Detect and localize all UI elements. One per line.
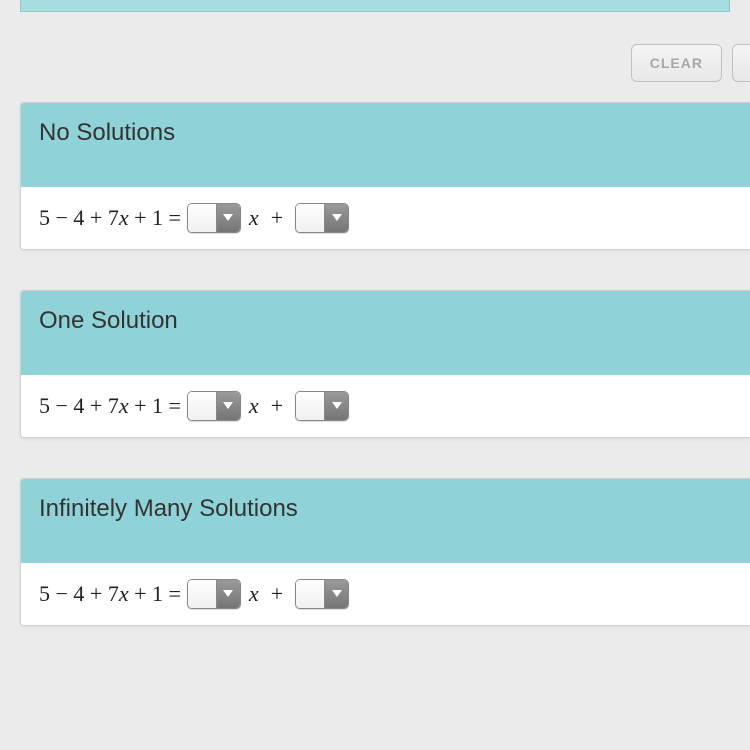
equation-left: 5 − 4 + 7x + 1 = bbox=[39, 581, 181, 607]
plus-sign: + bbox=[271, 205, 283, 231]
coefficient-dropdown[interactable] bbox=[187, 391, 241, 421]
chevron-down-icon bbox=[216, 204, 240, 232]
dropdown-value bbox=[188, 580, 216, 608]
section-body: 5 − 4 + 7x + 1 = x + bbox=[21, 563, 750, 625]
section-body: 5 − 4 + 7x + 1 = x + bbox=[21, 187, 750, 249]
top-accent-bar bbox=[20, 0, 730, 12]
clear-button[interactable]: CLEAR bbox=[631, 44, 722, 82]
button-row: CLEAR bbox=[0, 12, 750, 102]
dropdown-value bbox=[188, 392, 216, 420]
chevron-down-icon bbox=[216, 580, 240, 608]
section-no-solutions: No Solutions 5 − 4 + 7x + 1 = x + bbox=[20, 102, 750, 250]
dropdown-value bbox=[296, 392, 324, 420]
section-header: One Solution bbox=[21, 291, 750, 375]
equation-left: 5 − 4 + 7x + 1 = bbox=[39, 205, 181, 231]
section-header: No Solutions bbox=[21, 103, 750, 187]
chevron-down-icon bbox=[324, 392, 348, 420]
constant-dropdown[interactable] bbox=[295, 203, 349, 233]
variable-x: x bbox=[249, 205, 259, 231]
plus-sign: + bbox=[271, 581, 283, 607]
section-body: 5 − 4 + 7x + 1 = x + bbox=[21, 375, 750, 437]
section-header: Infinitely Many Solutions bbox=[21, 479, 750, 563]
chevron-down-icon bbox=[216, 392, 240, 420]
plus-sign: + bbox=[271, 393, 283, 419]
partial-button[interactable] bbox=[732, 44, 750, 82]
constant-dropdown[interactable] bbox=[295, 579, 349, 609]
dropdown-value bbox=[296, 204, 324, 232]
equation-left: 5 − 4 + 7x + 1 = bbox=[39, 393, 181, 419]
chevron-down-icon bbox=[324, 204, 348, 232]
section-one-solution: One Solution 5 − 4 + 7x + 1 = x + bbox=[20, 290, 750, 438]
dropdown-value bbox=[188, 204, 216, 232]
variable-x: x bbox=[249, 581, 259, 607]
dropdown-value bbox=[296, 580, 324, 608]
section-infinitely-many: Infinitely Many Solutions 5 − 4 + 7x + 1… bbox=[20, 478, 750, 626]
variable-x: x bbox=[249, 393, 259, 419]
chevron-down-icon bbox=[324, 580, 348, 608]
coefficient-dropdown[interactable] bbox=[187, 579, 241, 609]
coefficient-dropdown[interactable] bbox=[187, 203, 241, 233]
constant-dropdown[interactable] bbox=[295, 391, 349, 421]
